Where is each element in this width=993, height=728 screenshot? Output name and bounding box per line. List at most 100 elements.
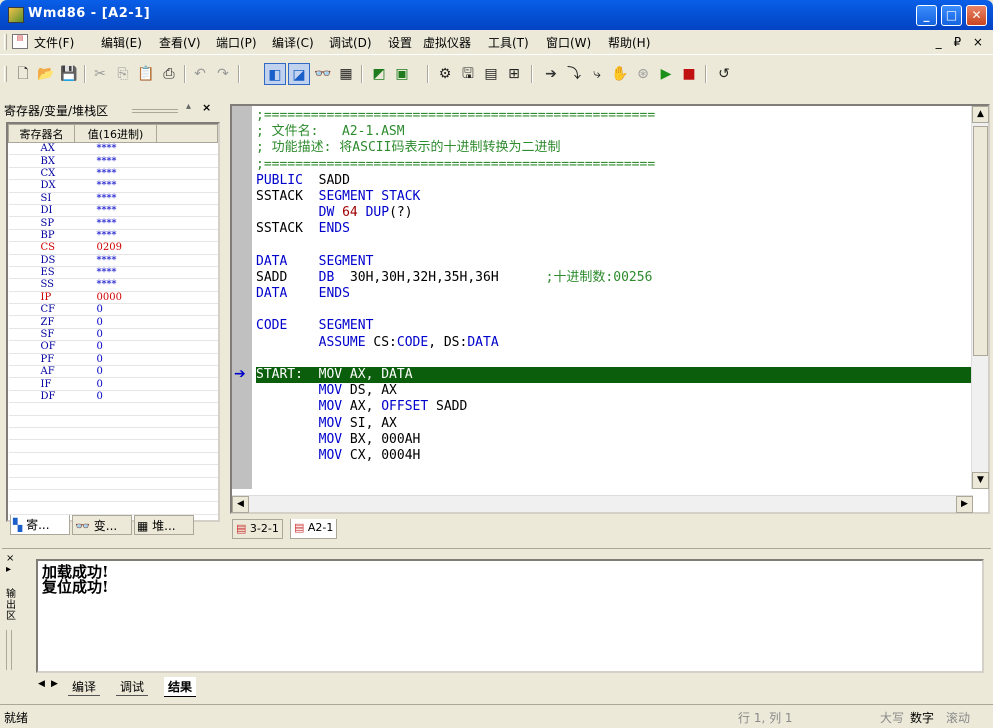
build-icon[interactable]: ◩ [368, 63, 390, 85]
maximize-button[interactable]: □ [941, 5, 962, 26]
reset-icon[interactable]: ↺ [713, 63, 735, 85]
menu-help[interactable]: 帮助(H) [608, 34, 650, 51]
code-line[interactable]: SSTACK SEGMENT STACK [256, 189, 976, 205]
table-row[interactable]: BX **** [8, 154, 218, 168]
code-line[interactable]: DATA SEGMENT [256, 254, 976, 270]
table-row[interactable]: CF 0 [8, 303, 218, 317]
table-row[interactable]: DF 0 [8, 390, 218, 404]
tab-next-icon[interactable]: ▶ [51, 679, 58, 689]
horizontal-scrollbar[interactable]: ◀ ▶ [232, 495, 973, 513]
register-value[interactable]: **** [74, 167, 157, 181]
code-line[interactable]: CODE SEGMENT [256, 318, 976, 334]
code-line[interactable]: MOV BX, 000AH [256, 432, 976, 448]
cut-icon[interactable]: ✂ [89, 63, 111, 85]
register-value[interactable]: **** [74, 179, 157, 193]
register-value[interactable]: 0 [74, 315, 157, 329]
table-row[interactable]: CX **** [8, 167, 218, 181]
register-value[interactable]: **** [74, 142, 157, 156]
menu-file[interactable]: 文件(F) [34, 34, 74, 51]
view-icon[interactable]: ⊞ [503, 63, 525, 85]
step-over-icon[interactable]: ⤷ [586, 63, 608, 85]
table-row[interactable]: BP **** [8, 229, 218, 243]
tab-stack[interactable]: ▦ 堆... [134, 515, 194, 535]
tab-file-a2-1[interactable]: ▤ A2-1 [290, 519, 338, 539]
scroll-down-icon[interactable]: ▼ [972, 472, 989, 489]
table-row[interactable]: ES **** [8, 266, 218, 280]
table-row[interactable]: SI **** [8, 192, 218, 205]
code-line[interactable]: MOV CX, 0004H [256, 448, 976, 464]
menu-debug[interactable]: 调试(D) [329, 34, 372, 51]
hand-icon[interactable]: ✋ [609, 63, 631, 85]
variable-window-icon[interactable]: ◪ [288, 63, 310, 85]
new-file-icon[interactable]: 🗋 [12, 63, 34, 85]
tab-result[interactable]: 结果 [164, 677, 197, 697]
table-row[interactable]: CS 0209 [8, 241, 218, 255]
menu-edit[interactable]: 编辑(E) [101, 34, 142, 51]
code-line[interactable]: ; 文件名: A2-1.ASM [256, 124, 976, 140]
code-line[interactable]: DATA ENDS [256, 286, 976, 302]
col-register-value[interactable]: 值(16进制) [74, 124, 157, 143]
tab-registers[interactable]: ▚ 寄... [10, 515, 70, 535]
register-window-icon[interactable]: ◧ [264, 63, 286, 85]
table-row[interactable]: AX **** [8, 142, 218, 156]
table-row[interactable]: IP 0000 [8, 291, 218, 305]
register-value[interactable]: 0 [74, 365, 157, 379]
menu-settings[interactable]: 设置 [388, 34, 412, 51]
register-value[interactable]: 0 [74, 377, 157, 391]
code-area[interactable]: ;=======================================… [256, 108, 976, 488]
vertical-scrollbar[interactable]: ▲ ▼ [971, 106, 989, 489]
register-value[interactable]: 0000 [74, 291, 157, 305]
code-line[interactable] [256, 238, 976, 254]
redo-icon[interactable]: ↷ [212, 63, 234, 85]
settings-icon[interactable]: ⚙ [434, 63, 456, 85]
watch-icon[interactable]: 👓 [312, 63, 334, 85]
mdi-controls[interactable]: _ ₽ × [936, 35, 987, 49]
tab-variables[interactable]: 👓 变... [72, 515, 132, 535]
memory-icon[interactable]: ▦ [335, 63, 357, 85]
table-row[interactable]: SF 0 [8, 328, 218, 342]
registers-icon[interactable]: ▤ [480, 63, 502, 85]
code-line[interactable]: DW 64 DUP(?) [256, 205, 976, 221]
tab-debug[interactable]: 调试 [116, 678, 149, 696]
paste-icon[interactable]: 📋 [135, 63, 157, 85]
close-button[interactable]: ✕ [966, 5, 987, 26]
tab-file-3-2-1[interactable]: ▤ 3-2-1 [232, 519, 283, 539]
panel-pin-icon[interactable]: ▴ [186, 101, 191, 112]
code-line[interactable]: MOV AX, OFFSET SADD [256, 399, 976, 415]
code-line[interactable]: ; 功能描述: 将ASCII码表示的十进制转换为二进制 [256, 140, 976, 156]
code-line[interactable]: ASSUME CS:CODE, DS:DATA [256, 335, 976, 351]
save-icon[interactable]: 💾 [58, 63, 80, 85]
register-value[interactable]: 0 [74, 340, 157, 354]
register-value[interactable]: **** [74, 204, 157, 218]
register-value[interactable]: 0209 [74, 241, 157, 255]
undo-icon[interactable]: ↶ [189, 63, 211, 85]
code-line[interactable] [256, 351, 976, 367]
menu-view[interactable]: 查看(V) [159, 34, 201, 51]
open-folder-icon[interactable]: 📂 [35, 63, 57, 85]
vertical-scroll-thumb[interactable] [973, 126, 988, 356]
current-code-line[interactable]: START: MOV AX, DATA [256, 367, 974, 384]
register-value[interactable]: **** [74, 254, 157, 267]
menu-window[interactable]: 窗口(W) [546, 34, 591, 51]
scroll-left-icon[interactable]: ◀ [232, 496, 249, 513]
table-row[interactable]: DS **** [8, 254, 218, 267]
menu-port[interactable]: 端口(P) [216, 34, 257, 51]
col-register-name[interactable]: 寄存器名 [8, 124, 75, 143]
table-row[interactable]: IF 0 [8, 377, 218, 391]
disk-icon[interactable]: 🖫 [457, 63, 479, 85]
register-value[interactable]: 0 [74, 353, 157, 367]
register-value[interactable]: **** [74, 192, 157, 205]
print-icon[interactable]: ⎙ [158, 63, 180, 85]
register-value[interactable]: 0 [74, 390, 157, 404]
menu-compile[interactable]: 编译(C) [272, 34, 314, 51]
code-line[interactable]: MOV SI, AX [256, 416, 976, 432]
register-value[interactable]: 0 [74, 328, 157, 342]
copy-icon[interactable]: ⎘ [112, 63, 134, 85]
table-row[interactable]: SP **** [8, 216, 218, 230]
code-line[interactable]: SADD DB 30H,30H,32H,35H,36H ;十进制数:00256 [256, 270, 976, 286]
menu-virtual-instruments[interactable]: 虚拟仪器 [423, 34, 471, 51]
code-line[interactable]: ;=======================================… [256, 157, 976, 173]
tab-compile[interactable]: 编译 [68, 678, 101, 696]
output-pin-icon[interactable]: ▸ [6, 564, 20, 575]
menu-tools[interactable]: 工具(T) [488, 34, 529, 51]
